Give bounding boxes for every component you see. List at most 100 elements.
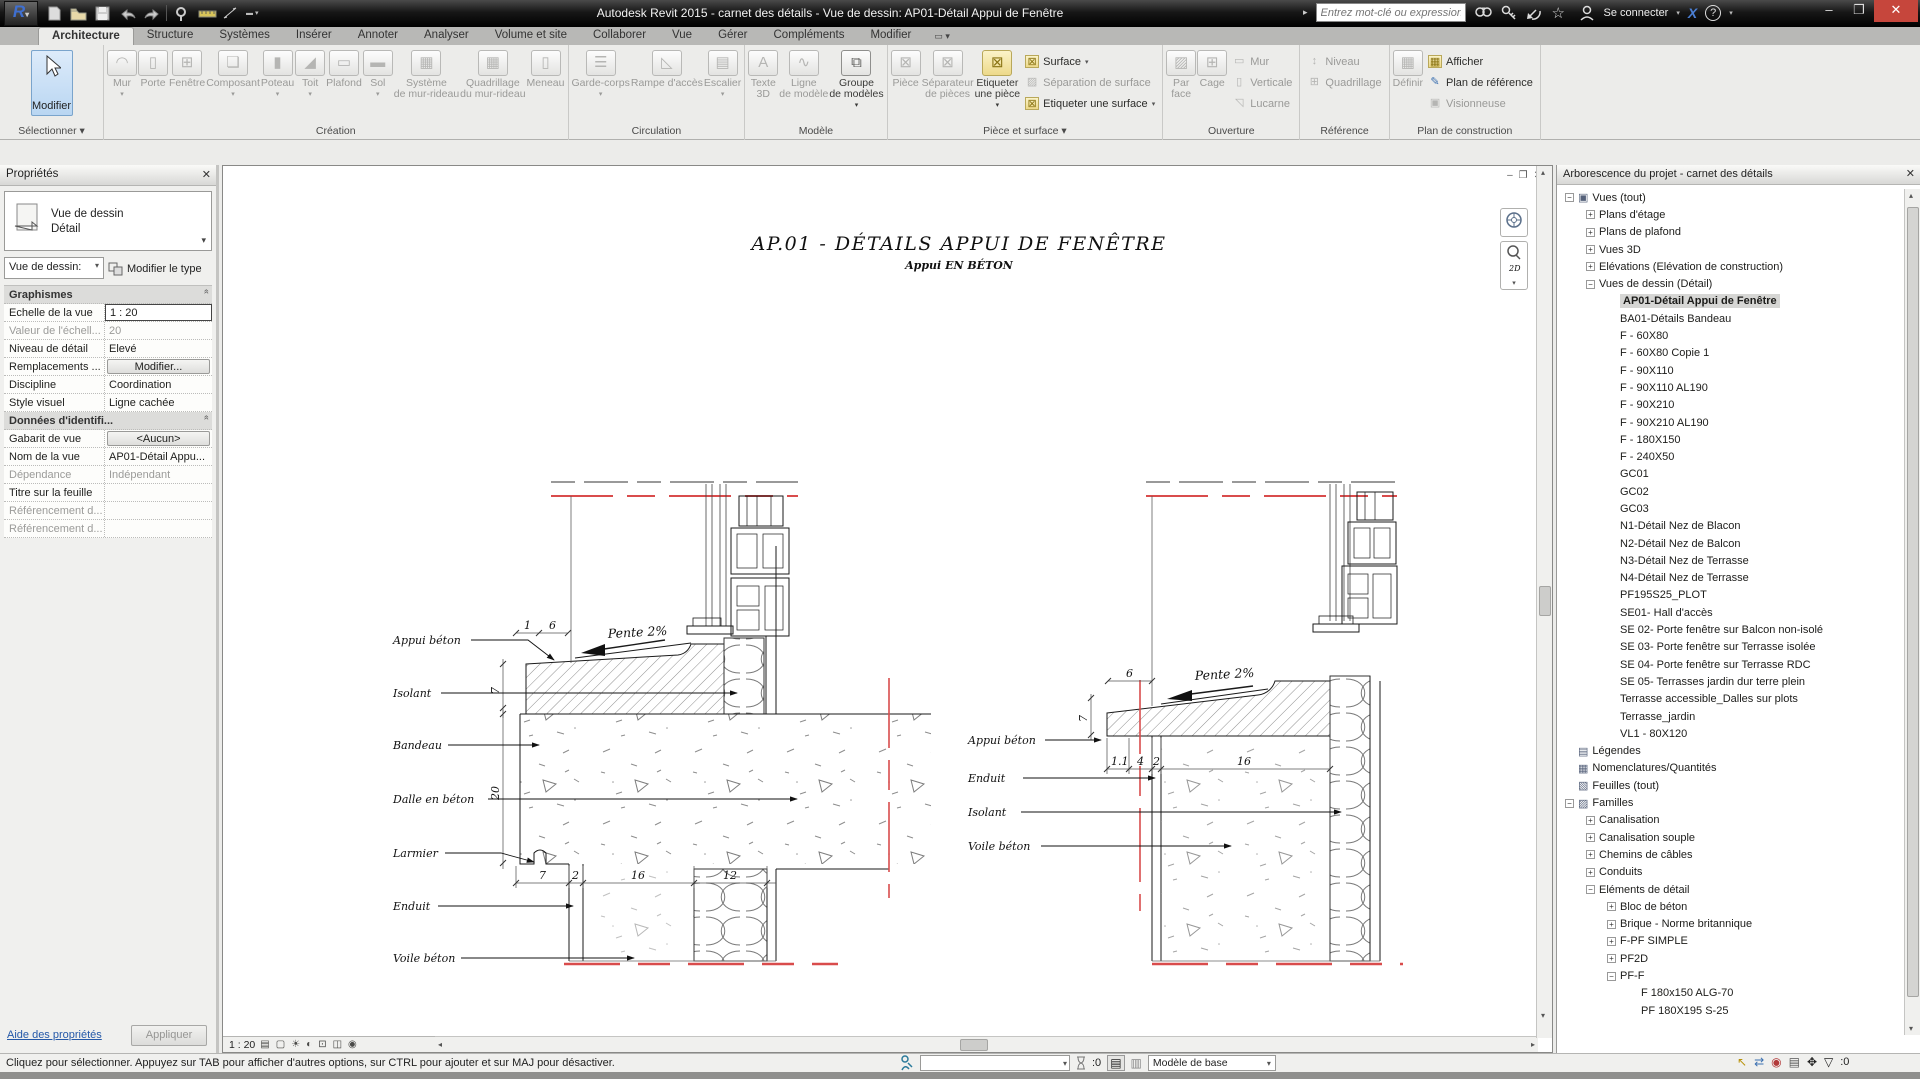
- tree-item-nomenclatures-quantit-s[interactable]: ▦ Nomenclatures/Quantités: [1559, 760, 1903, 777]
- expand-icon[interactable]: +: [1586, 833, 1595, 843]
- ribbon-button-par-face[interactable]: ▨ Par face: [1166, 47, 1197, 123]
- expand-icon[interactable]: +: [1586, 262, 1595, 272]
- ribbon-button-etiqueter-une-pi-ce[interactable]: ⊠ Etiqueter une pièce ▾: [975, 47, 1020, 123]
- expand-icon[interactable]: +: [1586, 210, 1595, 220]
- tree-item-ba01-d-tails-bandeau[interactable]: BA01-Détails Bandeau: [1559, 310, 1903, 327]
- new-document-icon[interactable]: [46, 6, 63, 21]
- sign-in-dropdown-icon[interactable]: ▾: [1676, 9, 1680, 17]
- expand-icon[interactable]: +: [1607, 902, 1616, 912]
- vertical-scroll-thumb[interactable]: [1539, 586, 1551, 616]
- zoom-tool-icon[interactable]: 2D ▾: [1500, 241, 1528, 290]
- scroll-down-icon[interactable]: ▾: [1541, 1011, 1545, 1020]
- property-row-5[interactable]: Discipline Coordination: [4, 376, 212, 394]
- tree-item-se-03-porte-fen-tre-sur-terrasse-isol-e[interactable]: SE 03- Porte fenêtre sur Terrasse isolée: [1559, 639, 1903, 656]
- expand-icon[interactable]: +: [1607, 919, 1616, 929]
- tree-item-n3-d-tail-nez-de-terrasse[interactable]: N3-Détail Nez de Terrasse: [1559, 552, 1903, 569]
- dropdown-arrow-icon[interactable]: ▾: [599, 90, 603, 98]
- tree-item-feuilles-tout-[interactable]: ▧ Feuilles (tout): [1559, 777, 1903, 794]
- ribbon-button-composant[interactable]: ❏ Composant ▾: [206, 47, 260, 123]
- ribbon-button-syst-me-de-mur-rideau[interactable]: ▦ Système de mur-rideau: [394, 47, 459, 123]
- ribbon-button-quadrillage-du-mur-rideau[interactable]: ▦ Quadrillage du mur-rideau: [460, 47, 526, 123]
- collapse-icon[interactable]: −: [1565, 193, 1574, 203]
- drawing-area[interactable]: AP.01 - DÉTAILS APPUI DE FENÊTRE Appui E…: [222, 165, 1553, 1053]
- drag-on-selection-icon[interactable]: ✥: [1807, 1055, 1817, 1069]
- apply-button[interactable]: Appliquer: [131, 1025, 207, 1046]
- tab-annoter[interactable]: Annoter: [345, 27, 411, 45]
- scroll-right-icon[interactable]: ▸: [1531, 1040, 1535, 1049]
- expand-icon[interactable]: +: [1586, 227, 1595, 237]
- tab-g-rer[interactable]: Gérer: [705, 27, 760, 45]
- tab-structure[interactable]: Structure: [134, 27, 207, 45]
- select-links-icon[interactable]: ⇄: [1754, 1055, 1764, 1069]
- property-button[interactable]: Modifier...: [107, 359, 210, 374]
- section-collapse-icon[interactable]: «: [198, 289, 215, 300]
- tree-item-n1-d-tail-nez-de-blacon[interactable]: N1-Détail Nez de Blacon: [1559, 518, 1903, 535]
- panel-label[interactable]: Pièce et surface ▾: [888, 123, 1163, 140]
- help-search-input[interactable]: [1315, 3, 1466, 22]
- help-icon[interactable]: ?: [1705, 4, 1722, 21]
- tree-item-n2-d-tail-nez-de-balcon[interactable]: N2-Détail Nez de Balcon: [1559, 535, 1903, 552]
- expand-icon[interactable]: +: [1607, 936, 1616, 946]
- favorites-star-icon[interactable]: ☆: [1552, 4, 1570, 22]
- browser-scroll-up-icon[interactable]: ▴: [1909, 191, 1913, 200]
- press-drag-icon[interactable]: ↖: [1737, 1055, 1747, 1069]
- save-icon[interactable]: [94, 6, 111, 21]
- close-button[interactable]: ✕: [1874, 0, 1918, 22]
- ribbon-button-quadrillage[interactable]: ⊞ Quadrillage: [1303, 72, 1385, 93]
- tree-item-plans-d-tage[interactable]: + Plans d'étage: [1559, 206, 1903, 223]
- tree-item-se-05-terrasses-jardin-dur-terre-plein[interactable]: SE 05- Terrasses jardin dur terre plein: [1559, 673, 1903, 690]
- tree-item-f-180x150[interactable]: F - 180X150: [1559, 431, 1903, 448]
- ribbon-button-mur[interactable]: ▭ Mur: [1228, 51, 1296, 72]
- panel-label[interactable]: Plan de construction: [1390, 123, 1540, 140]
- property-row-11[interactable]: Titre sur la feuille: [4, 484, 212, 502]
- project-browser-close-icon[interactable]: ✕: [1906, 167, 1915, 180]
- ribbon-button-surface[interactable]: ⊠ Surface ▾: [1021, 51, 1159, 72]
- properties-filter-combo[interactable]: Vue de dessin: ▾: [4, 257, 104, 279]
- ribbon-button-s-parateur-de-pi-ces[interactable]: ⊠ Séparateur de pièces: [922, 47, 974, 123]
- properties-header[interactable]: Propriétés: [0, 165, 216, 186]
- tree-item-vues-3d[interactable]: + Vues 3D: [1559, 241, 1903, 258]
- properties-close-icon[interactable]: ✕: [202, 168, 211, 181]
- visual-style-icon[interactable]: ▢: [276, 1039, 285, 1050]
- marker-icon[interactable]: [174, 6, 191, 21]
- tree-item-terrasse-jardin[interactable]: Terrasse_jardin: [1559, 708, 1903, 725]
- ribbon-button-rampe-d-acc-s[interactable]: ◺ Rampe d'accès: [631, 47, 703, 123]
- tree-item-f-90x210-al190[interactable]: F - 90X210 AL190: [1559, 414, 1903, 431]
- dropdown-arrow-icon[interactable]: ▾: [120, 90, 124, 98]
- dropdown-arrow-icon[interactable]: ▾: [721, 90, 725, 98]
- tree-item-l-gendes[interactable]: ▤ Légendes: [1559, 743, 1903, 760]
- property-value[interactable]: Coordination: [105, 376, 212, 393]
- project-browser-header[interactable]: Arborescence du projet - carnet des déta…: [1557, 165, 1920, 185]
- tab-ins-rer[interactable]: Insérer: [283, 27, 345, 45]
- tree-item-pf-f[interactable]: − PF-F: [1559, 967, 1903, 984]
- tree-item-canalisation[interactable]: + Canalisation: [1559, 812, 1903, 829]
- tree-item-bloc-de-b-ton[interactable]: + Bloc de béton: [1559, 898, 1903, 915]
- property-value[interactable]: 1 : 20: [105, 304, 212, 321]
- tree-item-pf-180x195-s-25[interactable]: PF 180X195 S-25: [1559, 1002, 1903, 1019]
- tree-item-f-90x210[interactable]: F - 90X210: [1559, 397, 1903, 414]
- tree-item-f-180x150-alg-70[interactable]: F 180x150 ALG-70: [1559, 985, 1903, 1002]
- expand-icon[interactable]: +: [1586, 867, 1595, 877]
- tree-item-el-ments-de-d-tail[interactable]: − Eléments de détail: [1559, 881, 1903, 898]
- property-value[interactable]: [105, 484, 212, 501]
- ribbon-button-pi-ce[interactable]: ⊠ Pièce: [890, 47, 921, 123]
- tree-item-gc03[interactable]: GC03: [1559, 500, 1903, 517]
- ribbon-button-groupe-de-mod-les[interactable]: ⧉ Groupe de modèles ▾: [829, 47, 884, 123]
- search-icon[interactable]: [1474, 4, 1492, 22]
- dropdown-arrow-icon[interactable]: ▾: [308, 90, 312, 98]
- collapse-icon[interactable]: −: [1607, 971, 1616, 981]
- ribbon-button-afficher[interactable]: ▦ Afficher: [1424, 51, 1537, 72]
- expand-icon[interactable]: +: [1607, 954, 1616, 964]
- select-underlay-icon[interactable]: ▤: [1789, 1055, 1800, 1069]
- communication-center-icon[interactable]: [1526, 4, 1544, 22]
- browser-scroll-thumb[interactable]: [1907, 207, 1919, 997]
- view-scale[interactable]: 1 : 20: [229, 1039, 255, 1051]
- tree-item-terrasse-accessible-dalles-sur-plots[interactable]: Terrasse accessible_Dalles sur plots: [1559, 691, 1903, 708]
- sun-path-icon[interactable]: ☀: [291, 1039, 300, 1050]
- property-row-3[interactable]: Niveau de détail Elevé: [4, 340, 212, 358]
- panel-label[interactable]: Modèle: [745, 123, 886, 140]
- undo-icon[interactable]: ▾: [118, 6, 136, 41]
- property-row-6[interactable]: Style visuel Ligne cachée: [4, 394, 212, 412]
- ribbon-button-plan-de-r-f-rence[interactable]: ✎ Plan de référence: [1424, 72, 1537, 93]
- panel-label[interactable]: Ouverture: [1163, 123, 1299, 140]
